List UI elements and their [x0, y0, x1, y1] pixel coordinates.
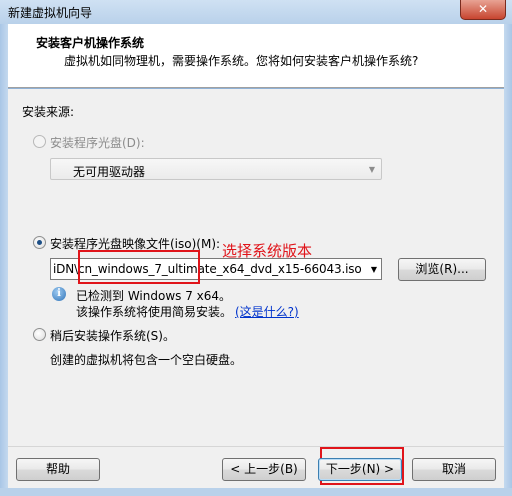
source-section-label: 安装来源:	[22, 105, 75, 119]
detected-os-text: 已检测到 Windows 7 x64。	[76, 289, 232, 303]
help-button[interactable]: 帮助	[16, 458, 100, 481]
window-frame-left	[0, 24, 8, 496]
whats-this-link[interactable]: (这是什么?)	[235, 303, 299, 320]
footer-divider	[8, 446, 504, 447]
close-button[interactable]: ✕	[460, 0, 506, 20]
chevron-down-icon: ▼	[368, 165, 375, 174]
next-button[interactable]: 下一步(N) >	[318, 458, 402, 481]
drive-select-value: 无可用驱动器	[73, 165, 146, 179]
close-icon: ✕	[477, 2, 489, 16]
install-later-label: 稍后安装操作系统(S)。	[50, 329, 175, 343]
back-button[interactable]: < 上一步(B)	[222, 458, 306, 481]
iso-radio[interactable]	[33, 236, 46, 249]
drive-select[interactable]: 无可用驱动器 ▼	[50, 158, 382, 180]
window-frame-right	[504, 24, 512, 496]
chevron-down-icon[interactable]: ▼	[371, 265, 377, 274]
install-later-radio[interactable]	[33, 328, 46, 341]
disc-option-label: 安装程序光盘(D):	[50, 136, 145, 150]
page-subtitle: 虚拟机如同物理机，需要操作系统。您将如何安装客户机操作系统?	[64, 54, 419, 68]
cancel-button[interactable]: 取消	[412, 458, 496, 481]
info-icon: i	[52, 287, 66, 301]
window-frame-bottom	[0, 488, 512, 496]
annotation-text: 选择系统版本	[222, 242, 313, 260]
install-later-description: 创建的虚拟机将包含一个空白硬盘。	[50, 353, 243, 367]
wizard-header: 安装客户机操作系统 虚拟机如同物理机，需要操作系统。您将如何安装客户机操作系统?	[8, 24, 504, 88]
disc-radio[interactable]	[33, 135, 46, 148]
easy-install-text: 该操作系统将使用简易安装。	[76, 305, 233, 319]
page-title: 安装客户机操作系统	[36, 36, 145, 50]
browse-button[interactable]: 浏览(R)...	[398, 258, 486, 281]
radio-selected-dot	[37, 240, 42, 245]
window-title: 新建虚拟机向导	[8, 6, 93, 20]
annotation-highlight-iso	[78, 250, 200, 284]
